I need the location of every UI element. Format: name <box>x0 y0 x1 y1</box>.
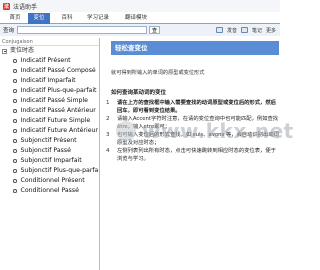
bullet-icon <box>13 139 17 143</box>
sidebar-item-indicatif-future-anterieur[interactable]: Indicatif Future Antérieur <box>0 126 99 136</box>
watermark-text: www.kkx.net <box>142 118 294 143</box>
sidebar-item-label: Subjonctif Imparfait <box>20 157 82 164</box>
menu-bar: 首页 变位 百科 学习记录 翻译模块 <box>0 12 280 24</box>
bullet-icon <box>13 149 17 153</box>
speaker-icon[interactable] <box>215 27 223 33</box>
sound-label[interactable]: 发音 <box>227 27 237 34</box>
tab-study-records[interactable]: 学习记录 <box>82 13 114 24</box>
step-number: 4 <box>106 148 110 154</box>
bullet-icon <box>13 59 17 63</box>
sidebar-item-subjonctif-passe[interactable]: Subjonctif Passé <box>0 146 99 156</box>
sidebar-item-label: Indicatif Plus-que-parfait <box>20 87 97 94</box>
bullet-icon <box>13 89 17 93</box>
sidebar-item-indicatif-plus-que-parfait[interactable]: Indicatif Plus-que-parfait <box>0 86 99 96</box>
sidebar-item-label: Indicatif Future Antérieur <box>20 127 98 134</box>
title-bar: 法 法语助手 <box>0 0 280 12</box>
sidebar-item-conditionnel-passe[interactable]: Conditionnel Passé <box>0 186 99 196</box>
help-content: 轻松查变位 就可得到所输入的单词的原型或变位形式 如何查询某动词的变位 1 请在… <box>101 38 280 270</box>
tab-translation[interactable]: 翻译模块 <box>120 13 152 24</box>
bullet-icon <box>13 119 17 123</box>
sidebar-item-indicatif-imparfait[interactable]: Indicatif Imparfait <box>0 76 99 86</box>
sidebar-item-indicatif-passe-simple[interactable]: Indicatif Passé Simple <box>0 96 99 106</box>
sidebar-item-label: Subjonctif Passé <box>20 147 71 154</box>
tab-conjugation[interactable]: 变位 <box>28 13 50 24</box>
watermark-logo-icon <box>116 120 136 141</box>
sidebar-item-label: Indicatif Passé Composé <box>20 67 96 74</box>
bullet-icon <box>13 159 17 163</box>
query-label: 查询 <box>3 28 15 34</box>
sidebar-item-label: Conditionnel Présent <box>20 177 85 184</box>
watermark: www.kkx.net <box>116 108 293 153</box>
notes-label[interactable]: 笔记 <box>252 27 262 34</box>
sidebar-item-indicatif-present[interactable]: Indicatif Présent <box>0 56 99 66</box>
notes-icon[interactable] <box>240 27 248 33</box>
sidebar-item-indicatif-passe-compose[interactable]: Indicatif Passé Composé <box>0 66 99 76</box>
sidebar-item-label: Subjonctif Plus-que-parfait <box>20 167 100 174</box>
bullet-icon <box>13 169 17 173</box>
toolbar-actions: 发音 笔记 更多 <box>215 27 280 34</box>
sidebar-item-indicatif-future-simple[interactable]: Indicatif Future Simple <box>0 116 99 126</box>
sidebar-item-label: Subjonctif Présent <box>20 137 77 144</box>
tense-tree-root-label: 变位时态 <box>10 47 35 54</box>
sidebar-item-conditionnel-present[interactable]: Conditionnel Présent <box>0 176 99 186</box>
bullet-icon <box>13 129 17 133</box>
sidebar-item-subjonctif-plus-que-parfait[interactable]: Subjonctif Plus-que-parfait <box>0 166 99 176</box>
sidebar-item-indicatif-passe-anterieur[interactable]: Indicatif Passé Antérieur <box>0 106 99 116</box>
content-banner: 轻松查变位 <box>111 41 279 55</box>
sidebar-item-label: Indicatif Présent <box>20 57 71 64</box>
step-number: 2 <box>106 116 110 122</box>
tab-encyclopedia[interactable]: 百科 <box>56 13 78 24</box>
bullet-icon <box>13 99 17 103</box>
collapse-icon[interactable] <box>2 48 7 54</box>
app-logo-icon: 法 <box>3 2 10 10</box>
search-toolbar: 查询 查 发音 笔记 更多 <box>0 24 280 36</box>
more-label[interactable]: 更多 <box>266 27 276 34</box>
bullet-icon <box>13 79 17 83</box>
intro-text: 就可得到所输入的单词的原型或变位形式 <box>111 70 205 76</box>
tense-sidebar: Conjugaison 变位时态 Indicatif Présent Indic… <box>0 38 100 270</box>
sidebar-item-label: Indicatif Passé Antérieur <box>20 107 96 114</box>
sidebar-item-label: Indicatif Future Simple <box>20 117 91 124</box>
bullet-icon <box>13 179 17 183</box>
window-title: 法语助手 <box>13 3 38 11</box>
sidebar-item-subjonctif-imparfait[interactable]: Subjonctif Imparfait <box>0 156 99 166</box>
step-number: 1 <box>106 100 110 106</box>
sidebar-item-label: Indicatif Imparfait <box>20 77 76 84</box>
bullet-icon <box>13 109 17 113</box>
search-button[interactable]: 查 <box>149 26 161 34</box>
bullet-icon <box>13 189 17 193</box>
sidebar-item-label: Indicatif Passé Simple <box>20 97 88 104</box>
search-input[interactable] <box>17 26 148 34</box>
step-number: 3 <box>106 132 110 138</box>
bullet-icon <box>13 69 17 73</box>
sidebar-header: Conjugaison <box>0 38 99 46</box>
tense-tree-root[interactable]: 变位时态 <box>0 46 99 56</box>
tab-home[interactable]: 首页 <box>4 13 26 24</box>
sidebar-item-subjonctif-present[interactable]: Subjonctif Présent <box>0 136 99 146</box>
section-heading: 如何查询某动词的变位 <box>111 90 167 96</box>
sidebar-item-label: Conditionnel Passé <box>20 187 79 194</box>
